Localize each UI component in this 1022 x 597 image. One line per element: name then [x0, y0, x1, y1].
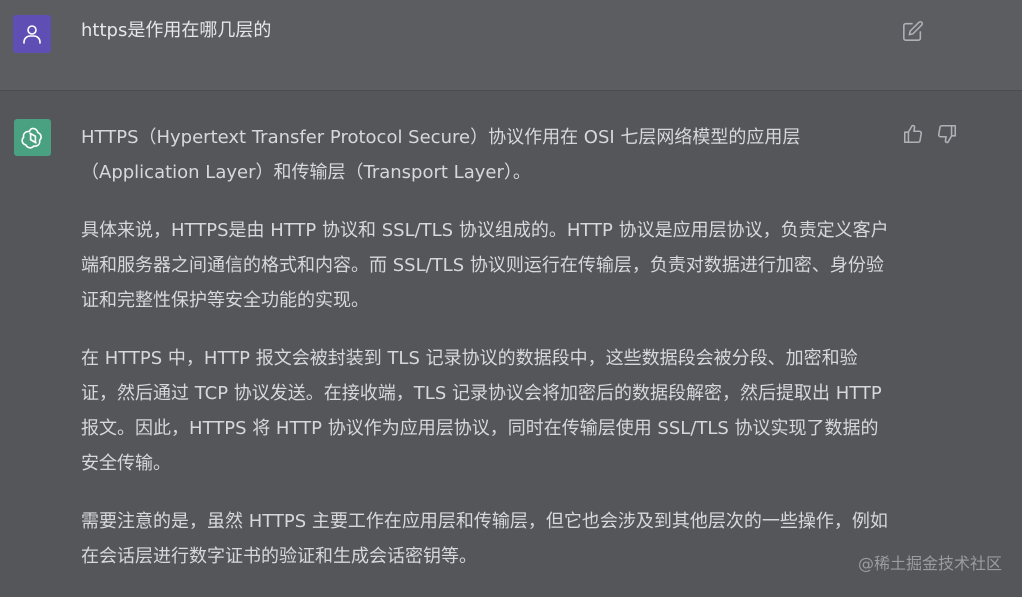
openai-logo-icon	[20, 127, 42, 149]
answer-paragraph: 具体来说，HTTPS是由 HTTP 协议和 SSL/TLS 协议组成的。HTTP…	[81, 220, 889, 311]
answer-paragraph: 在 HTTPS 中，HTTP 报文会被封装到 TLS 记录协议的数据段中，这些数…	[81, 348, 882, 474]
user-avatar	[13, 15, 51, 53]
thumbs-up-icon[interactable]	[902, 123, 924, 145]
user-message-row: https是作用在哪几层的	[0, 0, 1022, 91]
user-icon	[23, 25, 41, 44]
thumbs-down-icon[interactable]	[936, 123, 958, 145]
user-message-text: https是作用在哪几层的	[81, 20, 272, 41]
assistant-message-row: HTTPS（Hypertext Transfer Protocol Secure…	[0, 91, 1022, 590]
answer-paragraph: HTTPS（Hypertext Transfer Protocol Secure…	[81, 127, 801, 183]
assistant-answer: HTTPS（Hypertext Transfer Protocol Secure…	[81, 120, 891, 597]
watermark: @稀土掘金技术社区	[857, 554, 1002, 573]
edit-icon[interactable]	[902, 20, 924, 42]
answer-paragraph: 需要注意的是，虽然 HTTPS 主要工作在应用层和传输层，但它也会涉及到其他层次…	[81, 511, 888, 567]
assistant-avatar	[14, 119, 51, 156]
